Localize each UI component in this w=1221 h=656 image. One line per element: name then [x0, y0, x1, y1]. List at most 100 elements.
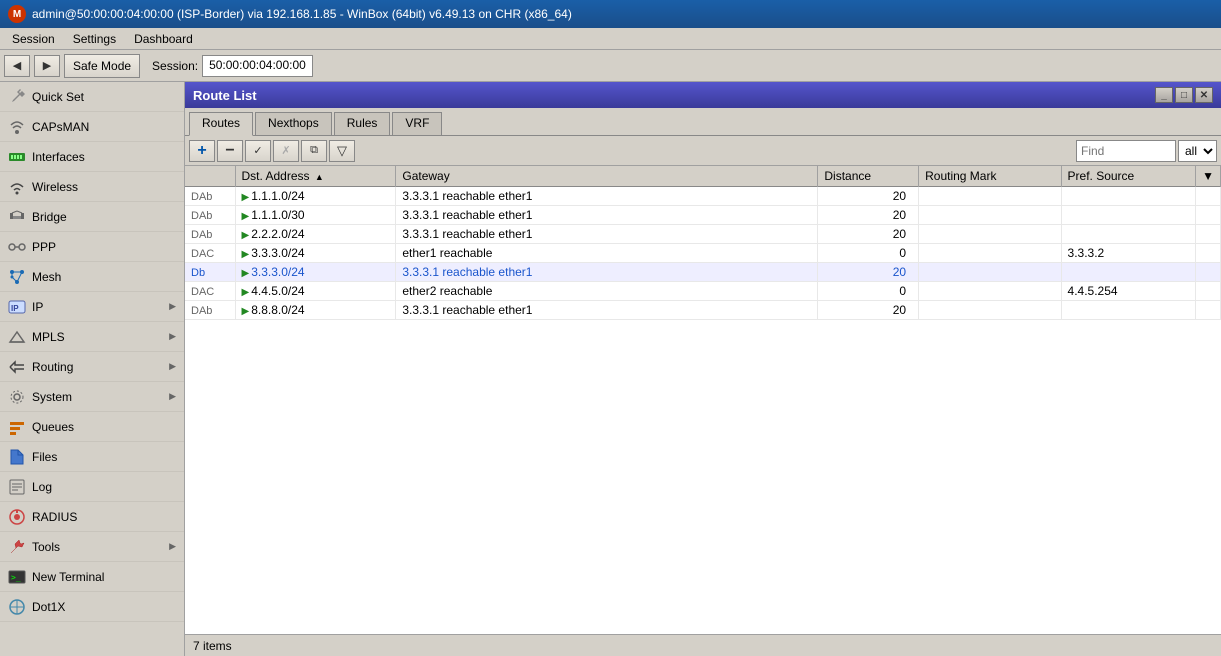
- close-button[interactable]: ✕: [1195, 87, 1213, 103]
- sidebar-item-queues[interactable]: Queues: [0, 412, 184, 442]
- table-header-row: Dst. Address ▲ Gateway Distance Routing …: [185, 166, 1221, 187]
- filter-button[interactable]: ▽: [329, 140, 355, 162]
- routing-icon: [8, 358, 26, 376]
- table-row[interactable]: Db▶3.3.3.0/243.3.3.1 reachable ether120: [185, 263, 1221, 282]
- row-extra: [1196, 282, 1221, 301]
- back-button[interactable]: ◀: [4, 55, 30, 77]
- add-button[interactable]: +: [189, 140, 215, 162]
- session-value: 50:00:00:04:00:00: [202, 55, 313, 77]
- table-row[interactable]: DAb▶1.1.1.0/303.3.3.1 reachable ether120: [185, 206, 1221, 225]
- sidebar-label-capsman: CAPsMAN: [32, 120, 89, 134]
- sidebar-item-bridge[interactable]: Bridge: [0, 202, 184, 232]
- safe-mode-button[interactable]: Safe Mode: [64, 54, 140, 78]
- sidebar-label-queues: Queues: [32, 420, 74, 434]
- remove-button[interactable]: −: [217, 140, 243, 162]
- row-pref-source: 3.3.3.2: [1061, 244, 1196, 263]
- row-distance: 20: [818, 225, 919, 244]
- tab-vrf[interactable]: VRF: [392, 112, 442, 135]
- sidebar-label-files: Files: [32, 450, 57, 464]
- table-row[interactable]: DAb▶8.8.8.0/243.3.3.1 reachable ether120: [185, 301, 1221, 320]
- menu-settings[interactable]: Settings: [65, 30, 124, 48]
- title-bar: M admin@50:00:00:04:00:00 (ISP-Border) v…: [0, 0, 1221, 28]
- system-icon: [8, 388, 26, 406]
- item-count: 7 items: [193, 639, 232, 653]
- row-gateway: 3.3.3.1 reachable ether1: [396, 263, 818, 282]
- col-dropdown[interactable]: ▼: [1196, 166, 1221, 187]
- row-dst: ▶2.2.2.0/24: [235, 225, 396, 244]
- sidebar-item-ip[interactable]: IP IP: [0, 292, 184, 322]
- sidebar-item-interfaces[interactable]: Interfaces: [0, 142, 184, 172]
- interfaces-icon: [8, 148, 26, 166]
- maximize-button[interactable]: □: [1175, 87, 1193, 103]
- find-input[interactable]: [1076, 140, 1176, 162]
- mesh-icon: [8, 268, 26, 286]
- tab-routes[interactable]: Routes: [189, 112, 253, 136]
- row-label: DAb: [185, 206, 235, 225]
- row-pref-source: [1061, 206, 1196, 225]
- table-row[interactable]: DAC▶4.4.5.0/24ether2 reachable04.4.5.254: [185, 282, 1221, 301]
- sidebar-item-routing[interactable]: Routing: [0, 352, 184, 382]
- sidebar: Quick Set CAPsMAN: [0, 82, 185, 656]
- window-toolbar: + − ✓ ✗ ⧉ ▽ all: [185, 136, 1221, 166]
- sidebar-item-files[interactable]: Files: [0, 442, 184, 472]
- find-select[interactable]: all: [1178, 140, 1217, 162]
- col-dst[interactable]: Dst. Address ▲: [235, 166, 396, 187]
- sidebar-item-new-terminal[interactable]: >_ New Terminal: [0, 562, 184, 592]
- tab-nexthops[interactable]: Nexthops: [255, 112, 332, 135]
- sidebar-item-system[interactable]: System: [0, 382, 184, 412]
- sidebar-item-dot1x[interactable]: Dot1X: [0, 592, 184, 622]
- row-extra: [1196, 225, 1221, 244]
- col-label[interactable]: [185, 166, 235, 187]
- col-distance[interactable]: Distance: [818, 166, 919, 187]
- sidebar-item-quick-set[interactable]: Quick Set: [0, 82, 184, 112]
- sidebar-label-system: System: [32, 390, 72, 404]
- sidebar-item-mesh[interactable]: Mesh: [0, 262, 184, 292]
- table-row[interactable]: DAC▶3.3.3.0/24ether1 reachable03.3.3.2: [185, 244, 1221, 263]
- sidebar-item-mpls[interactable]: MPLS: [0, 322, 184, 352]
- sidebar-label-radius: RADIUS: [32, 510, 77, 524]
- row-routing-mark: [919, 206, 1061, 225]
- sidebar-label-log: Log: [32, 480, 52, 494]
- row-dst: ▶4.4.5.0/24: [235, 282, 396, 301]
- menu-bar: Session Settings Dashboard: [0, 28, 1221, 50]
- sidebar-label-tools: Tools: [32, 540, 60, 554]
- table-row[interactable]: DAb▶1.1.1.0/243.3.3.1 reachable ether120: [185, 187, 1221, 206]
- sidebar-item-radius[interactable]: RADIUS: [0, 502, 184, 532]
- row-distance: 20: [818, 206, 919, 225]
- svg-text:IP: IP: [11, 304, 19, 313]
- sidebar-label-new-terminal: New Terminal: [32, 570, 104, 584]
- row-label: DAb: [185, 187, 235, 206]
- col-routing-mark[interactable]: Routing Mark: [919, 166, 1061, 187]
- sidebar-label-routing: Routing: [32, 360, 73, 374]
- sidebar-item-capsman[interactable]: CAPsMAN: [0, 112, 184, 142]
- row-dst: ▶3.3.3.0/24: [235, 263, 396, 282]
- col-pref-source[interactable]: Pref. Source: [1061, 166, 1196, 187]
- table-row[interactable]: DAb▶2.2.2.0/243.3.3.1 reachable ether120: [185, 225, 1221, 244]
- sidebar-item-ppp[interactable]: PPP: [0, 232, 184, 262]
- row-routing-mark: [919, 282, 1061, 301]
- row-routing-mark: [919, 187, 1061, 206]
- disable-button[interactable]: ✗: [273, 140, 299, 162]
- sidebar-item-tools[interactable]: Tools: [0, 532, 184, 562]
- row-pref-source: [1061, 187, 1196, 206]
- session-label: Session:: [152, 59, 198, 73]
- row-distance: 0: [818, 244, 919, 263]
- radius-icon: [8, 508, 26, 526]
- status-bar: 7 items: [185, 634, 1221, 656]
- row-gateway: 3.3.3.1 reachable ether1: [396, 225, 818, 244]
- menu-session[interactable]: Session: [4, 30, 63, 48]
- col-gateway[interactable]: Gateway: [396, 166, 818, 187]
- route-table-body: DAb▶1.1.1.0/243.3.3.1 reachable ether120…: [185, 187, 1221, 320]
- wrench-icon: [8, 88, 26, 106]
- tab-rules[interactable]: Rules: [334, 112, 391, 135]
- row-gateway: ether2 reachable: [396, 282, 818, 301]
- enable-button[interactable]: ✓: [245, 140, 271, 162]
- window-title: Route List: [193, 88, 257, 103]
- row-dst: ▶3.3.3.0/24: [235, 244, 396, 263]
- forward-button[interactable]: ▶: [34, 55, 60, 77]
- minimize-button[interactable]: _: [1155, 87, 1173, 103]
- menu-dashboard[interactable]: Dashboard: [126, 30, 201, 48]
- sidebar-item-log[interactable]: Log: [0, 472, 184, 502]
- copy-button[interactable]: ⧉: [301, 140, 327, 162]
- sidebar-item-wireless[interactable]: Wireless: [0, 172, 184, 202]
